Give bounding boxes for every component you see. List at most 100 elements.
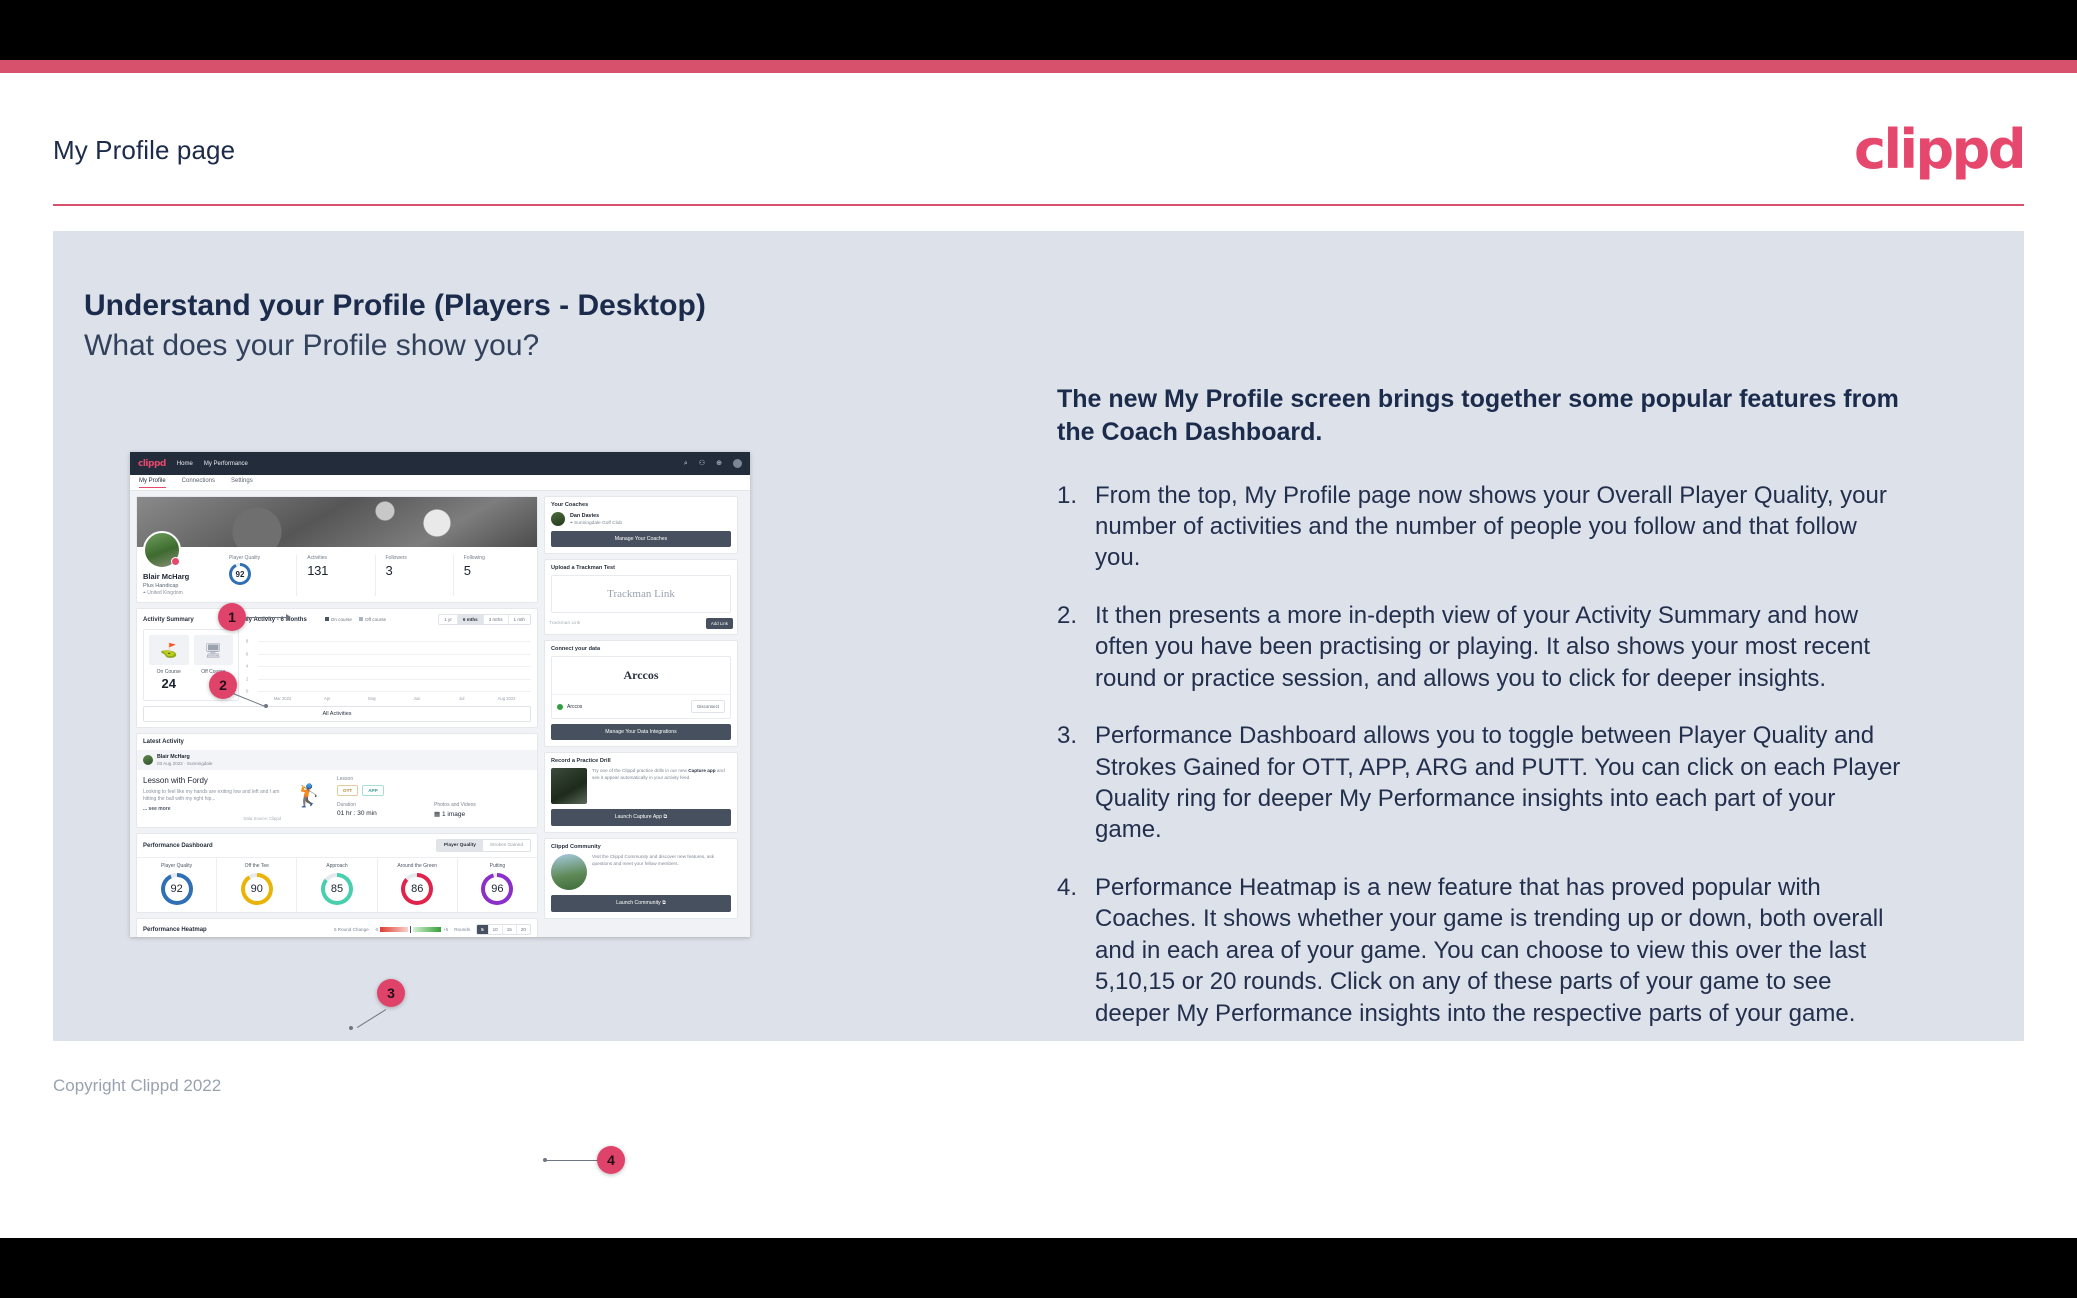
callout-marker-1: 1 — [218, 603, 246, 631]
arccos-box: Arccos Arccos Disconnect — [551, 656, 731, 719]
rounds-5[interactable]: 5 — [477, 925, 488, 934]
nav-link-home[interactable]: Home — [177, 461, 193, 467]
search-icon[interactable]: ⌕ — [684, 460, 688, 467]
stat-value: 131 — [307, 563, 329, 578]
people-icon[interactable]: ⚇ — [699, 460, 705, 467]
rounds-label: Rounds — [454, 927, 471, 932]
add-link-button[interactable]: Add Link — [705, 618, 733, 629]
xtick: Mar 2022 — [273, 696, 292, 701]
manage-integrations-button[interactable]: Manage Your Data Integrations — [551, 724, 731, 740]
nav-link-my-performance[interactable]: My Performance — [204, 461, 248, 467]
arccos-status-row: Arccos Disconnect — [552, 694, 730, 718]
profile-avatar[interactable] — [143, 531, 181, 569]
chart-x-axis: Mar 2022 Apr May Jun Jul Aug 2022 — [260, 696, 529, 701]
app-logo: clippd — [138, 458, 166, 469]
ring-gauge[interactable]: 96 — [481, 873, 514, 905]
avatar-icon[interactable] — [733, 459, 742, 468]
edit-badge-icon[interactable] — [171, 557, 180, 566]
range-1yr[interactable]: 1 yr — [439, 615, 457, 624]
golf-flag-icon: ⛳ — [149, 635, 189, 665]
trackman-link-input[interactable]: Trackman Link — [549, 621, 702, 626]
launch-capture-app-button[interactable]: Launch Capture App ⧉ — [551, 809, 731, 826]
range-1mth[interactable]: 1 mth — [507, 615, 531, 624]
toggle-player-quality[interactable]: Player Quality — [436, 840, 483, 851]
copy-list: 1. From the top, My Profile page now sho… — [1057, 480, 1907, 1030]
activity-title: Lesson with Fordy — [143, 775, 208, 785]
activity-summary-card: Activity Summary Monthly Activity - 6 Mo… — [136, 608, 538, 728]
trackman-brand: Trackman Link — [607, 588, 675, 600]
coaches-card: Your Coaches Dan Davies ⌖ Sunningdale Go… — [544, 496, 738, 554]
activity-description: Looking to feel like my hands are exitin… — [143, 788, 280, 802]
tab-connections[interactable]: Connections — [182, 478, 215, 487]
activity-tags: OTT APP — [337, 784, 531, 796]
app-sidebar: Your Coaches Dan Davies ⌖ Sunningdale Go… — [544, 496, 738, 932]
chart-bars — [260, 629, 529, 691]
ring-label: Putting — [489, 863, 506, 869]
list-number: 2. — [1057, 601, 1078, 629]
ytick: 2 — [246, 676, 249, 682]
chart-legend: On course Off course — [324, 617, 386, 622]
rounds-selector[interactable]: 5 10 15 20 — [476, 924, 531, 935]
heatmap-scale-label: 5 Round Change — [333, 927, 369, 932]
ring-gauge[interactable]: 85 — [321, 873, 353, 905]
range-6mths[interactable]: 6 mths — [456, 615, 483, 624]
slide: My Profile page clippd Understand your P… — [0, 73, 2077, 1238]
tab-settings[interactable]: Settings — [231, 478, 253, 487]
author-avatar — [143, 754, 153, 765]
activity-author: Blair McHarg 03 Aug 2022 · Sunningdale — [137, 750, 537, 770]
ring-approach[interactable]: Approach 85 — [296, 858, 376, 912]
profile-name-column: Blair McHarg Plus Handicap ⌖ United King… — [143, 531, 219, 596]
stat-value: 3 — [385, 563, 393, 578]
ring-around-the-green[interactable]: Around the Green 86 — [376, 858, 457, 912]
tab-my-profile[interactable]: My Profile — [139, 478, 166, 488]
range-selector[interactable]: 1 yr 6 mths 3 mths 1 mth — [438, 614, 531, 625]
stat-player-quality[interactable]: Player Quality 92 — [219, 555, 296, 596]
trackman-input-row: Trackman Link Add Link — [545, 618, 737, 634]
heading-sub: What does your Profile show you? — [84, 328, 540, 362]
ring-putting[interactable]: Putting 96 — [456, 858, 537, 912]
rounds-20[interactable]: 20 — [515, 925, 530, 934]
scale-min: -5 — [374, 927, 379, 932]
ring-value: 86 — [405, 877, 430, 901]
coach-row[interactable]: Dan Davies ⌖ Sunningdale Golf Club — [545, 512, 737, 531]
footer-copyright: Copyright Clippd 2022 — [53, 1076, 222, 1095]
profile-stats: Player Quality 92 Activities 131 Followe — [219, 555, 531, 596]
see-more-link[interactable]: ... see more — [143, 806, 281, 812]
ring-player-quality[interactable]: Player Quality 92 — [137, 858, 216, 912]
launch-community-button[interactable]: Launch Community ⧉ — [551, 895, 731, 912]
monitor-icon: 🖥 — [193, 635, 233, 665]
plus-circle-icon[interactable]: ⊕ — [716, 460, 722, 467]
ring-gauge[interactable]: 90 — [240, 873, 273, 905]
list-text: Performance Heatmap is a new feature tha… — [1095, 873, 1884, 1027]
stat-following: Following 5 — [452, 555, 531, 596]
callout-dot-4 — [543, 1158, 547, 1162]
app-body: Blair McHarg Plus Handicap ⌖ United King… — [130, 491, 750, 937]
monthly-activity-chart: 0 2 4 6 8 Mar 2022 Apr May Jun Jul Aug 2… — [246, 629, 531, 701]
all-activities-button[interactable]: All Activities — [143, 706, 531, 722]
stat-label: Followers — [385, 555, 407, 561]
manage-coaches-button[interactable]: Manage Your Coaches — [551, 531, 731, 547]
player-quality-ring[interactable]: 92 — [229, 563, 251, 585]
toggle-strokes-gained[interactable]: Strokes Gained — [483, 840, 530, 851]
list-text: From the top, My Profile page now shows … — [1095, 481, 1887, 572]
disconnect-button[interactable]: Disconnect — [691, 700, 725, 713]
duration-value: 01 hr : 30 min — [337, 809, 377, 817]
range-3mths[interactable]: 3 mths — [482, 615, 508, 624]
practice-drill-row: Try one of the Clippd practice drills in… — [545, 768, 737, 809]
community-title: Clippd Community — [551, 844, 601, 850]
stat-label: Player Quality — [229, 555, 261, 561]
profile-info: Blair McHarg Plus Handicap ⌖ United King… — [137, 531, 537, 602]
community-row: Visit the Clippd Community and discover … — [545, 854, 737, 895]
rounds-15[interactable]: 15 — [501, 925, 516, 934]
rounds-10[interactable]: 10 — [487, 925, 502, 934]
ring-gauge[interactable]: 92 — [160, 873, 193, 905]
callout-dot-2 — [264, 704, 268, 708]
trackman-box: Trackman Link — [551, 575, 731, 613]
list-item: 1. From the top, My Profile page now sho… — [1057, 480, 1907, 574]
coach-club: ⌖ Sunningdale Golf Club — [570, 520, 623, 526]
ring-gauge[interactable]: 86 — [401, 873, 434, 905]
ring-off-the-tee[interactable]: Off the Tee 90 — [216, 858, 296, 912]
tile-value: 24 — [161, 676, 176, 691]
dashboard-toggle[interactable]: Player Quality Strokes Gained — [435, 839, 531, 852]
activity-meta-column: Lesson OTT APP Duration 01 hr : 30 min P… — [337, 776, 531, 822]
